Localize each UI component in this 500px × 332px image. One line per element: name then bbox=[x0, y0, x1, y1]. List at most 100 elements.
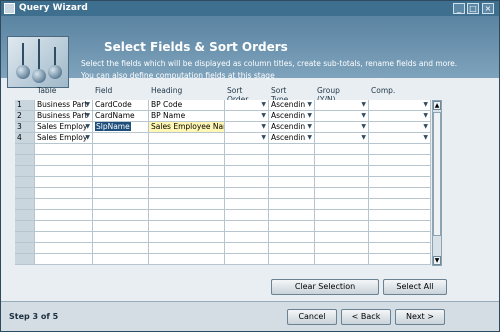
sort-order-cell[interactable] bbox=[225, 133, 269, 144]
table-row[interactable] bbox=[15, 144, 431, 155]
sort-order-cell[interactable] bbox=[225, 199, 269, 210]
column-header-table[interactable]: Table bbox=[35, 86, 56, 95]
clear-selection-button[interactable]: Clear Selection bbox=[271, 279, 379, 295]
heading-cell[interactable] bbox=[149, 243, 225, 254]
table-row[interactable] bbox=[15, 177, 431, 188]
heading-cell[interactable] bbox=[149, 144, 225, 155]
sort-type-cell[interactable] bbox=[269, 210, 315, 221]
field-cell[interactable] bbox=[93, 221, 149, 232]
comp-cell[interactable] bbox=[369, 155, 431, 166]
table-row[interactable] bbox=[15, 199, 431, 210]
table-cell[interactable] bbox=[35, 243, 93, 254]
table-cell[interactable] bbox=[35, 210, 93, 221]
table-row[interactable] bbox=[15, 254, 431, 265]
field-cell[interactable] bbox=[93, 155, 149, 166]
field-cell[interactable] bbox=[93, 166, 149, 177]
sort-order-cell[interactable] bbox=[225, 155, 269, 166]
comp-cell[interactable] bbox=[369, 188, 431, 199]
comp-cell[interactable] bbox=[369, 210, 431, 221]
group-cell[interactable] bbox=[315, 243, 369, 254]
sort-type-cell[interactable] bbox=[269, 155, 315, 166]
sort-order-cell[interactable] bbox=[225, 111, 269, 122]
sort-order-cell[interactable] bbox=[225, 177, 269, 188]
group-cell[interactable] bbox=[315, 100, 369, 111]
heading-cell[interactable] bbox=[149, 155, 225, 166]
scroll-down-arrow-icon[interactable]: ▼ bbox=[433, 256, 441, 265]
column-header-comp[interactable]: Comp. bbox=[369, 86, 395, 95]
back-button[interactable]: < Back bbox=[341, 309, 391, 325]
comp-cell[interactable] bbox=[369, 122, 431, 133]
sort-type-cell[interactable] bbox=[269, 221, 315, 232]
comp-cell[interactable] bbox=[369, 254, 431, 265]
group-cell[interactable] bbox=[315, 155, 369, 166]
fields-grid[interactable]: Table Field Heading Sort Order Sort Type… bbox=[15, 86, 442, 266]
table-cell[interactable] bbox=[35, 155, 93, 166]
sort-type-cell[interactable] bbox=[269, 177, 315, 188]
sort-order-cell[interactable] bbox=[225, 122, 269, 133]
table-cell[interactable]: Business Part bbox=[35, 111, 93, 122]
table-row[interactable] bbox=[15, 232, 431, 243]
field-cell[interactable] bbox=[93, 210, 149, 221]
heading-cell[interactable]: Sales Employee Nam bbox=[149, 122, 225, 133]
cancel-button[interactable]: Cancel bbox=[287, 309, 337, 325]
column-header-heading[interactable]: Heading bbox=[149, 86, 182, 95]
table-row[interactable] bbox=[15, 210, 431, 221]
sort-type-cell[interactable]: Ascendin bbox=[269, 100, 315, 111]
table-row[interactable]: 1 Business Part CardCode BP Code Ascendin bbox=[15, 100, 431, 111]
sort-order-cell[interactable] bbox=[225, 210, 269, 221]
field-cell[interactable] bbox=[93, 133, 149, 144]
sort-order-cell[interactable] bbox=[225, 232, 269, 243]
sort-type-cell[interactable] bbox=[269, 243, 315, 254]
table-cell[interactable] bbox=[35, 232, 93, 243]
heading-cell[interactable] bbox=[149, 166, 225, 177]
field-cell[interactable]: CardName bbox=[93, 111, 149, 122]
scroll-thumb[interactable] bbox=[433, 112, 441, 236]
table-row[interactable]: 3 Sales Employ SlpName Sales Employee Nam As… bbox=[15, 122, 431, 133]
table-row[interactable] bbox=[15, 155, 431, 166]
field-cell[interactable] bbox=[93, 144, 149, 155]
sort-type-cell[interactable] bbox=[269, 199, 315, 210]
comp-cell[interactable] bbox=[369, 166, 431, 177]
table-cell[interactable]: Sales Employ bbox=[35, 133, 93, 144]
field-cell[interactable] bbox=[93, 232, 149, 243]
field-cell[interactable] bbox=[93, 188, 149, 199]
grid-scrollbar[interactable]: ▲ ▼ bbox=[432, 100, 442, 266]
table-cell[interactable]: Sales Employ bbox=[35, 122, 93, 133]
group-cell[interactable] bbox=[315, 199, 369, 210]
sort-order-cell[interactable] bbox=[225, 221, 269, 232]
table-cell[interactable] bbox=[35, 166, 93, 177]
table-row[interactable]: 4 Sales Employ Ascendin bbox=[15, 133, 431, 144]
table-cell[interactable]: Business Part bbox=[35, 100, 93, 111]
sort-order-cell[interactable] bbox=[225, 243, 269, 254]
sort-order-cell[interactable] bbox=[225, 254, 269, 265]
group-cell[interactable] bbox=[315, 221, 369, 232]
sort-order-cell[interactable] bbox=[225, 100, 269, 111]
group-cell[interactable] bbox=[315, 166, 369, 177]
table-cell[interactable] bbox=[35, 254, 93, 265]
comp-cell[interactable] bbox=[369, 111, 431, 122]
sort-type-cell[interactable]: Ascendin bbox=[269, 122, 315, 133]
group-cell[interactable] bbox=[315, 210, 369, 221]
comp-cell[interactable] bbox=[369, 177, 431, 188]
maximize-button[interactable]: □ bbox=[467, 3, 479, 14]
table-row[interactable]: 2 Business Part CardName BP Name Ascendin bbox=[15, 111, 431, 122]
group-cell[interactable] bbox=[315, 177, 369, 188]
heading-cell[interactable] bbox=[149, 133, 225, 144]
field-cell[interactable]: CardCode bbox=[93, 100, 149, 111]
field-cell[interactable] bbox=[93, 177, 149, 188]
sort-order-cell[interactable] bbox=[225, 166, 269, 177]
heading-cell[interactable] bbox=[149, 232, 225, 243]
sort-type-cell[interactable]: Ascendin bbox=[269, 111, 315, 122]
comp-cell[interactable] bbox=[369, 133, 431, 144]
sort-order-cell[interactable] bbox=[225, 188, 269, 199]
group-cell[interactable] bbox=[315, 133, 369, 144]
comp-cell[interactable] bbox=[369, 199, 431, 210]
sort-type-cell[interactable] bbox=[269, 166, 315, 177]
comp-cell[interactable] bbox=[369, 243, 431, 254]
sort-type-cell[interactable] bbox=[269, 144, 315, 155]
field-cell[interactable] bbox=[93, 199, 149, 210]
heading-cell[interactable] bbox=[149, 221, 225, 232]
group-cell[interactable] bbox=[315, 232, 369, 243]
close-button[interactable]: × bbox=[482, 3, 494, 14]
sort-type-cell[interactable]: Ascendin bbox=[269, 133, 315, 144]
